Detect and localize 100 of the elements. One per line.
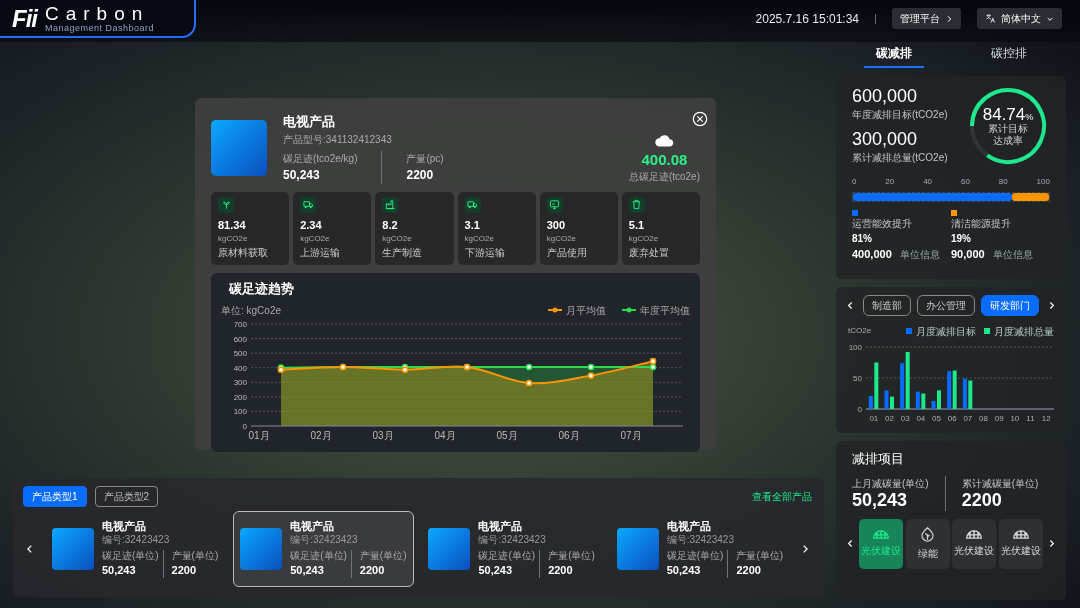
axis-tick-label: 01 xyxy=(869,413,879,423)
stat-value: 50,243 xyxy=(852,491,909,511)
stage-value: 3.1 xyxy=(464,217,481,233)
stat-value: 50,243 xyxy=(283,166,321,184)
axis-tick-label: 300 xyxy=(233,377,247,387)
stage-unit: kgCO2e xyxy=(300,233,331,245)
axis-tick-label: 10 xyxy=(1010,413,1020,423)
scale-tick: 60 xyxy=(961,176,970,188)
stage-unit: kgCO2e xyxy=(464,233,495,245)
stat-value: 2200 xyxy=(406,166,435,184)
axis-tick-label: 12 xyxy=(1041,413,1051,423)
legend-label: 运营能效提升 xyxy=(852,217,913,231)
axis-tick-label: 100 xyxy=(848,342,862,352)
legend-label: 月度减排总量 xyxy=(994,324,1054,339)
axis-tick-label: 06 xyxy=(947,413,957,423)
stat-label: 累计减碳量(单位) xyxy=(961,477,1039,491)
total-value: 300,000 xyxy=(852,130,919,150)
axis-tick-label: 600 xyxy=(233,334,247,344)
app-title: Carbon xyxy=(45,4,151,23)
product-code: 编号:32423423 xyxy=(101,533,171,546)
stage-value: 5.1 xyxy=(628,217,646,233)
axis-tick-label: 700 xyxy=(233,319,247,329)
stat-label: 产量(单位) xyxy=(548,549,595,562)
axis-tick-label: 400 xyxy=(233,363,247,373)
legend-percent: 81% xyxy=(852,232,873,246)
axis-tick-label: 200 xyxy=(233,392,247,402)
target-value: 600,000 xyxy=(852,87,919,107)
stat-label: 碳足迹(单位) xyxy=(101,549,159,562)
total-footprint-label: 总碳足迹(tco2e) xyxy=(628,169,700,184)
stat-value: 2200 xyxy=(548,562,574,578)
chart-title: 碳足迹趋势 xyxy=(227,280,295,298)
section-title: 减排项目 xyxy=(851,449,905,468)
axis-tick-label: 0 xyxy=(857,404,862,414)
product-name: 电视产品 xyxy=(283,113,336,131)
axis-tick-label: 07 xyxy=(963,413,973,423)
product-code: 编号:32423423 xyxy=(666,533,735,546)
axis-tick-label: 09 xyxy=(994,413,1004,423)
product-name: 电视产品 xyxy=(290,520,336,534)
stat-value: 50,243 xyxy=(290,562,325,578)
stat-label: 上月减碳量(单位) xyxy=(852,477,929,491)
scale-tick: 0 xyxy=(852,176,857,188)
legend-label: 月平均值 xyxy=(566,303,606,318)
product-name: 电视产品 xyxy=(101,520,147,534)
stage-label: 原材料获取 xyxy=(218,246,269,260)
ring-label: 累计目标达成率 xyxy=(987,122,1029,147)
axis-unit: 单位: kgCo2e xyxy=(221,303,282,318)
unit-text: 单位信息 xyxy=(899,248,940,262)
axis-tick-label: 04月 xyxy=(434,429,456,441)
axis-tick-label: 01月 xyxy=(248,429,270,441)
axis-tick-label: 03 xyxy=(900,413,910,423)
stage-label: 下游运输 xyxy=(464,246,506,260)
unit-text: 单位信息 xyxy=(992,248,1033,262)
stage-label: 生产制造 xyxy=(382,246,424,260)
legend-percent: 19% xyxy=(951,232,972,246)
axis-unit: tCO2e xyxy=(848,325,872,337)
axis-tick-label: 05月 xyxy=(496,429,518,441)
stat-value: 50,243 xyxy=(666,562,702,578)
axis-tick-label: 04 xyxy=(916,413,926,423)
scale-tick: 40 xyxy=(923,176,933,188)
scale-tick: 20 xyxy=(885,176,895,188)
axis-tick-label: 11 xyxy=(1026,413,1035,423)
stat-label: 碳足迹(tco2e/kg) xyxy=(283,151,358,166)
axis-tick-label: 02月 xyxy=(310,429,332,441)
axis-tick-label: 06月 xyxy=(558,429,580,441)
stat-label: 产量(单位) xyxy=(171,549,219,562)
stage-unit: kgCO2e xyxy=(382,233,413,245)
stage-value: 8.2 xyxy=(382,217,399,233)
axis-tick-label: 100 xyxy=(233,406,247,416)
scale-tick: 100 xyxy=(1036,176,1050,188)
stage-value: 81.34 xyxy=(218,217,247,233)
stat-label: 碳足迹(单位) xyxy=(478,549,536,562)
stat-value: 50,243 xyxy=(478,562,514,578)
app-subtitle: Management Dashboard xyxy=(45,23,155,34)
product-name: 电视产品 xyxy=(666,520,712,534)
axis-tick-label: 08 xyxy=(979,413,988,423)
stat-value: 2200 xyxy=(736,562,762,578)
product-code: 编号:32423423 xyxy=(290,533,359,546)
axis-tick-label: 50 xyxy=(853,373,862,383)
datetime-text: 2025.7.16 15:01:34 xyxy=(755,10,859,28)
stage-value: 2.34 xyxy=(300,217,323,233)
stat-value: 50,243 xyxy=(101,562,137,578)
axis-tick-label: 03月 xyxy=(372,429,394,441)
legend-label: 清洁能源提升 xyxy=(951,217,1012,231)
stage-unit: kgCO2e xyxy=(218,233,249,245)
axis-tick-label: 05 xyxy=(932,413,941,423)
ring-percentage: 84.74% xyxy=(982,105,1034,123)
total-footprint-value: 400.08 xyxy=(641,152,688,169)
legend-value: 90,000 xyxy=(951,247,985,262)
stat-label: 产量(单位) xyxy=(359,549,407,562)
axis-tick-label: 0 xyxy=(242,421,247,431)
stat-value: 2200 xyxy=(359,562,386,578)
legend-value: 400,000 xyxy=(852,247,892,262)
product-code: 编号:32423423 xyxy=(478,533,547,546)
stage-label: 产品使用 xyxy=(546,246,588,260)
legend-label: 年度平均值 xyxy=(640,303,690,318)
stat-value: 2200 xyxy=(171,562,198,578)
logo-mark: Fii xyxy=(12,6,37,31)
stage-value: 300 xyxy=(546,217,567,233)
product-model: 产品型号:341132412343 xyxy=(283,132,393,147)
stage-unit: kgCO2e xyxy=(546,233,578,245)
